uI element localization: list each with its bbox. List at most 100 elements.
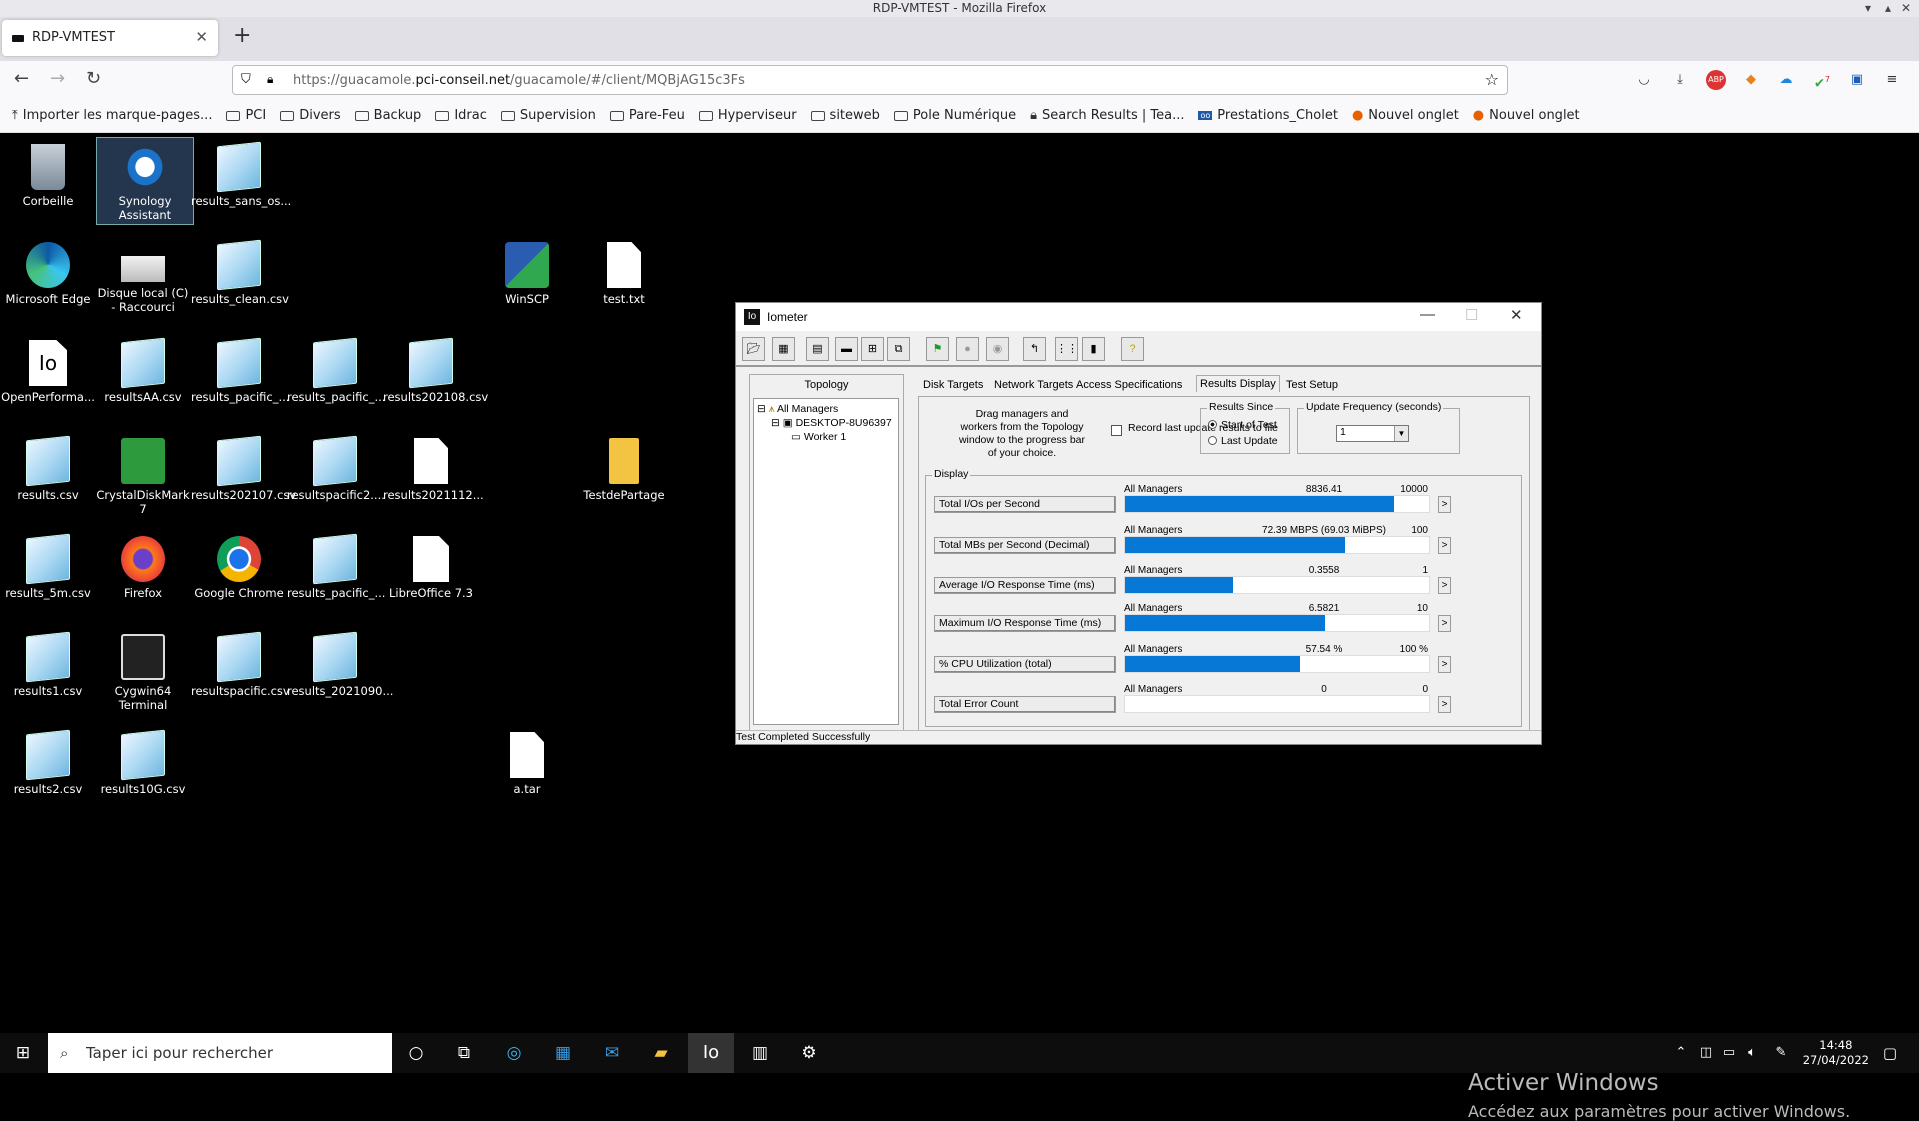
open-config-icon[interactable]: 📂︎	[742, 337, 765, 361]
metric-arrow-button[interactable]: >	[1438, 656, 1451, 673]
desktop-icon-csv[interactable]: results_pacific_...	[287, 334, 385, 404]
app-taskbar-icon[interactable]: ▥	[747, 1041, 773, 1065]
lock-icon[interactable]: 🔒︎	[267, 72, 273, 87]
stop-all-icon[interactable]: ◉	[986, 337, 1009, 361]
metric-button[interactable]: Maximum I/O Response Time (ms)	[934, 615, 1116, 632]
forward-icon[interactable]: →	[50, 68, 65, 89]
metric-arrow-button[interactable]: >	[1438, 696, 1451, 713]
desktop-icon-csv[interactable]: results_pacific_...	[287, 530, 385, 600]
desktop-icon-tar[interactable]: a.tar	[479, 726, 575, 796]
bookmark-folder-backup[interactable]: Backup	[354, 108, 421, 123]
bookmark-star-icon[interactable]: ☆	[1485, 70, 1499, 89]
metric-arrow-button[interactable]: >	[1438, 577, 1451, 594]
volume-icon[interactable]: 🔈︎	[1739, 1041, 1765, 1065]
start-dynamo-icon[interactable]: ▤	[806, 337, 829, 361]
windows-start-icon[interactable]: ⊞	[10, 1041, 36, 1065]
maximize-icon[interactable]: ☐	[1465, 306, 1478, 324]
desktop-icon-libreoffice[interactable]: LibreOffice 7.3	[383, 530, 479, 600]
bookmark-folder-pci[interactable]: PCI	[226, 108, 266, 123]
bookmark-nouvel-onglet-1[interactable]: ● Nouvel onglet	[1352, 108, 1459, 123]
collapse-icon[interactable]: ⊟	[771, 417, 780, 429]
menu-icon[interactable]: ≡	[1882, 70, 1902, 90]
desktop-icon-csv[interactable]: results_clean.csv	[191, 236, 289, 306]
bookmark-folder-divers[interactable]: Divers	[280, 108, 341, 123]
adblock-icon[interactable]: ABP	[1706, 70, 1726, 90]
password-manager-icon[interactable]: ▣	[1847, 70, 1867, 90]
tree-item-manager[interactable]: ⊟ ▣ DESKTOP-8U96397	[771, 417, 892, 429]
desktop-icon-csv[interactable]: results_pacific_...	[191, 334, 289, 404]
bookmark-import[interactable]: ⤒ Importer les marque-pages...	[12, 108, 212, 123]
radio-last-update[interactable]: Last Update	[1208, 435, 1278, 447]
bookmark-search-results[interactable]: 🔒︎ Search Results | Tea...	[1030, 108, 1184, 123]
start-tests-icon[interactable]: ⚑	[926, 337, 949, 361]
desktop-icon-csv[interactable]: results_2021090...	[287, 628, 393, 698]
stop-icon[interactable]: ●	[956, 337, 979, 361]
url-text[interactable]: https://guacamole.pci-conseil.net/guacam…	[293, 73, 745, 88]
maximize-icon[interactable]: ▴	[1885, 0, 1891, 17]
bookmark-prestations-cholet[interactable]: oo Prestations_Cholet	[1198, 108, 1338, 123]
extension-badge-icon[interactable]: ✔7	[1812, 70, 1832, 91]
minimize-icon[interactable]: ▾	[1865, 0, 1871, 17]
bookmark-folder-pole-numerique[interactable]: Pole Numérique	[893, 108, 1016, 123]
desktop-icon-csv[interactable]: results_sans_os...	[191, 138, 291, 208]
metric-button[interactable]: Average I/O Response Time (ms)	[934, 577, 1116, 594]
close-icon[interactable]: ✕	[1510, 306, 1523, 324]
bookmark-nouvel-onglet-2[interactable]: ● Nouvel onglet	[1473, 108, 1580, 123]
desktop-icon-chrome[interactable]: Google Chrome	[191, 530, 287, 600]
settings-gear-icon[interactable]: ⚙	[796, 1041, 822, 1065]
save-config-icon[interactable]: ▦	[772, 337, 795, 361]
metric-arrow-button[interactable]: >	[1438, 615, 1451, 632]
new-tab-icon[interactable]: +	[233, 23, 251, 48]
tree-item-worker[interactable]: ▭ Worker 1	[791, 431, 846, 443]
mail-icon[interactable]: ✉	[599, 1041, 625, 1065]
desktop-icon-csv[interactable]: resultsAA.csv	[95, 334, 191, 404]
tab-network-targets[interactable]: Network Targets	[991, 377, 1076, 393]
desktop-icon-csv[interactable]: results202107.csv	[191, 432, 296, 502]
back-icon[interactable]: ←	[14, 68, 29, 89]
url-bar[interactable]: ⛉ 🔒︎ https://guacamole.pci-conseil.net/g…	[232, 65, 1508, 95]
update-frequency-select[interactable]: 1 ▼	[1336, 425, 1409, 442]
desktop-icon-csv[interactable]: results10G.csv	[95, 726, 191, 796]
desktop-icon-csv[interactable]: results1.csv	[0, 628, 96, 698]
desktop-icon-corbeille[interactable]: Corbeille	[0, 138, 96, 208]
file-explorer-icon[interactable]: ▰	[648, 1041, 674, 1065]
duplicate-worker-icon[interactable]: ⧉	[887, 337, 910, 361]
edge-icon[interactable]: ◎	[501, 1041, 527, 1065]
desktop-icon-openperformance[interactable]: Io OpenPerforma...	[0, 334, 96, 404]
desktop-icon-csv[interactable]: resultspacific.csv	[191, 628, 290, 698]
task-view-icon[interactable]: ⧉	[451, 1041, 477, 1065]
radio-start-of-test[interactable]: Start of Test	[1208, 419, 1277, 431]
close-window-icon[interactable]: ✕	[1901, 0, 1911, 17]
desktop-icon-csv[interactable]: results_5m.csv	[0, 530, 96, 600]
desktop-icon-csv[interactable]: results.csv	[0, 432, 96, 502]
desktop-icon-winscp[interactable]: WinSCP	[479, 236, 575, 306]
chevron-up-icon[interactable]: ⌃	[1668, 1041, 1694, 1065]
desktop-icon-folder[interactable]: TestdePartage	[576, 432, 672, 502]
desktop-icon-firefox[interactable]: Firefox	[95, 530, 191, 600]
metric-button[interactable]: Total MBs per Second (Decimal)	[934, 537, 1116, 554]
metric-arrow-button[interactable]: >	[1438, 537, 1451, 554]
desktop-icon-edge[interactable]: Microsoft Edge	[0, 236, 96, 306]
new-disk-worker-icon[interactable]: ▬	[835, 337, 858, 361]
cloud-extension-icon[interactable]: ☁	[1776, 70, 1796, 90]
bookmark-folder-siteweb[interactable]: siteweb	[810, 108, 880, 123]
pocket-icon[interactable]: ◡	[1634, 70, 1654, 90]
desktop-icon-csv[interactable]: resultspacific2....	[287, 432, 385, 502]
tab-results-display[interactable]: Results Display	[1196, 375, 1280, 392]
bookmark-folder-idrac[interactable]: Idrac	[435, 108, 487, 123]
tab-access-specifications[interactable]: Access Specifications	[1073, 377, 1185, 393]
metric-button[interactable]: Total Error Count	[934, 696, 1116, 713]
cortana-icon[interactable]: ○	[403, 1041, 429, 1065]
tab-test-setup[interactable]: Test Setup	[1283, 377, 1341, 393]
bookmark-folder-pare-feu[interactable]: Pare-Feu	[609, 108, 685, 123]
desktop-icon-disque-local[interactable]: Disque local (C) - Raccourci	[95, 236, 191, 314]
pen-icon[interactable]: ✎	[1768, 1041, 1794, 1065]
desktop-icon-csv[interactable]: results202108.csv	[383, 334, 488, 404]
bookmark-folder-supervision[interactable]: Supervision	[500, 108, 596, 123]
new-network-worker-icon[interactable]: ⊞	[861, 337, 884, 361]
metric-button[interactable]: % CPU Utilization (total)	[934, 656, 1116, 673]
desktop-icon-cygwin[interactable]: Cygwin64 Terminal	[95, 628, 191, 712]
shield-icon[interactable]: ⛉	[241, 72, 251, 87]
iometer-taskbar-icon[interactable]: Io	[688, 1033, 734, 1073]
desktop-icon-crystaldiskmark[interactable]: CrystalDiskMark 7	[95, 432, 191, 516]
